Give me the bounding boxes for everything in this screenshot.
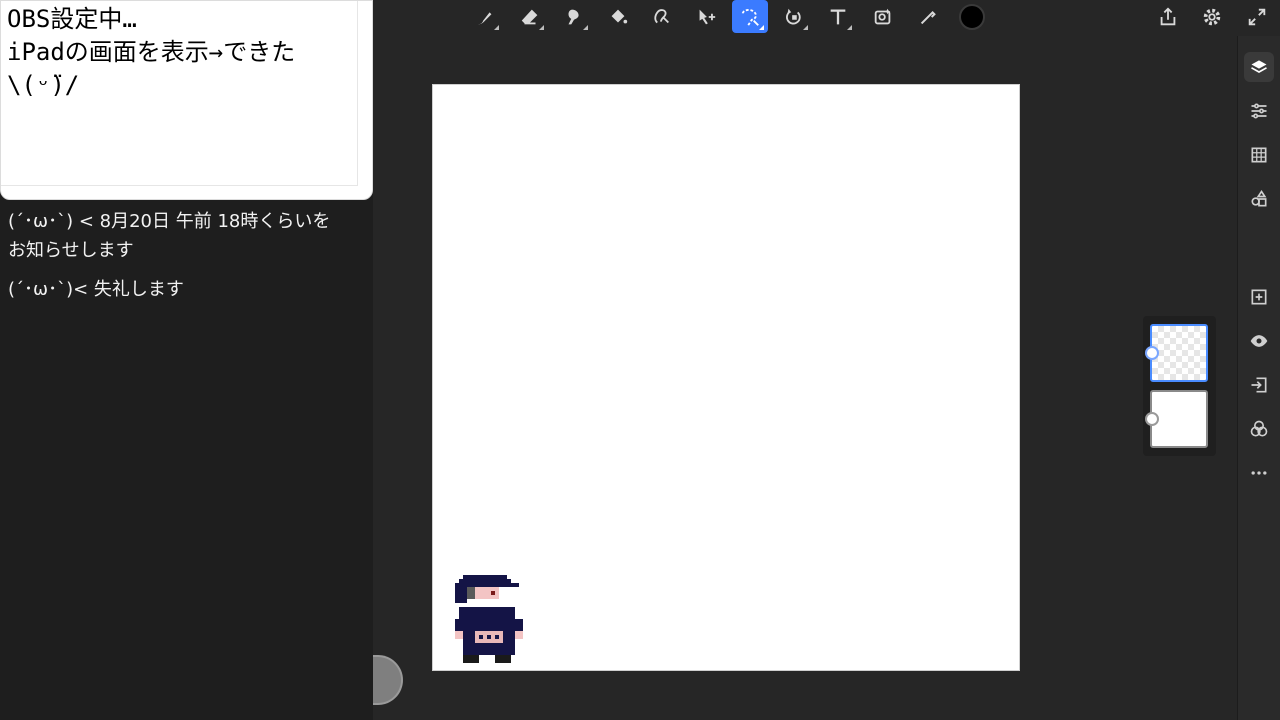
transform-icon [786,8,801,24]
blend-icon [1250,420,1268,437]
pixel-character-sprite [455,575,523,663]
visibility-button[interactable] [1244,326,1274,356]
current-color-swatch [959,3,985,30]
magic-selection-tool-button[interactable] [732,0,768,33]
move-icon [699,9,716,24]
smudge-icon [568,9,579,24]
lasso-fill-icon [654,8,669,23]
shapes-icon [1251,189,1267,207]
fill-tool-button[interactable] [600,0,636,33]
screen: { "memo": { "line1": "OBS設定中…", "line2":… [0,0,1280,720]
settings-icon [1203,8,1221,25]
drawing-canvas[interactable] [432,84,1020,671]
share-button[interactable] [1150,0,1186,33]
more-icon [1251,471,1267,475]
memo-line-3: \(ᵕ̈)/ [7,71,80,99]
chat-line-3: (´･ω･`)< 失礼します [8,279,184,300]
filter-tool-button[interactable] [865,0,901,33]
more-button[interactable] [1244,458,1274,488]
eraser-icon [521,9,538,24]
eraser-tool-button[interactable] [512,0,548,33]
layers-button[interactable] [1244,52,1274,82]
layer-thumbnails-panel [1143,316,1216,456]
share-icon [1160,6,1176,25]
brush-icon [477,11,492,24]
right-tool-rail [1237,36,1280,720]
fullscreen-icon [1248,8,1266,25]
layer-1-selection-dot[interactable] [1145,346,1159,360]
fullscreen-button[interactable] [1239,0,1275,33]
fill-icon [611,9,628,23]
memo-text-area: OBS設定中… iPadの画面を表示→できた \(ᵕ̈)/ [1,1,358,186]
adjustments-button[interactable] [1244,96,1274,126]
blend-button[interactable] [1244,414,1274,444]
eyedropper-tool-button[interactable] [910,0,946,33]
move-tool-button[interactable] [688,0,724,33]
layer-2-image-dot[interactable] [1145,412,1159,426]
brush-tool-button[interactable] [467,0,503,33]
magic-selection-icon [741,8,759,26]
import-icon [1251,377,1267,393]
layers-icon [1251,60,1267,73]
obs-overlay-panel: OBS設定中… iPadの画面を表示→できた \(ᵕ̈)/ (´･ω･`) < … [0,0,373,720]
lasso-fill-tool-button[interactable] [643,0,679,33]
add-layer-icon [1251,289,1267,305]
eyedropper-icon [920,10,936,24]
memo-card: OBS設定中… iPadの画面を表示→できた \(ᵕ̈)/ [0,0,373,200]
memo-line-1: OBS設定中… [7,5,137,33]
floating-side-handle[interactable] [373,655,403,705]
memo-line-2: iPadの画面を表示→できた [7,38,296,66]
chat-line-1: (´･ω･`) < 8月20日 午前 18時くらいを [8,211,331,232]
smudge-tool-button[interactable] [556,0,592,33]
color-swatch-button[interactable] [954,0,990,33]
add-layer-button[interactable] [1244,282,1274,312]
filter-icon [874,8,891,24]
grid-button[interactable] [1244,140,1274,170]
text-icon [830,8,846,24]
adjustments-icon [1251,103,1267,119]
import-button[interactable] [1244,370,1274,400]
shapes-button[interactable] [1244,184,1274,214]
visibility-icon [1250,335,1268,347]
text-tool-button[interactable] [820,0,856,33]
chat-line-2: お知らせします [8,240,134,261]
transform-tool-button[interactable] [776,0,812,33]
grid-icon [1251,147,1267,163]
settings-button[interactable] [1194,0,1230,33]
